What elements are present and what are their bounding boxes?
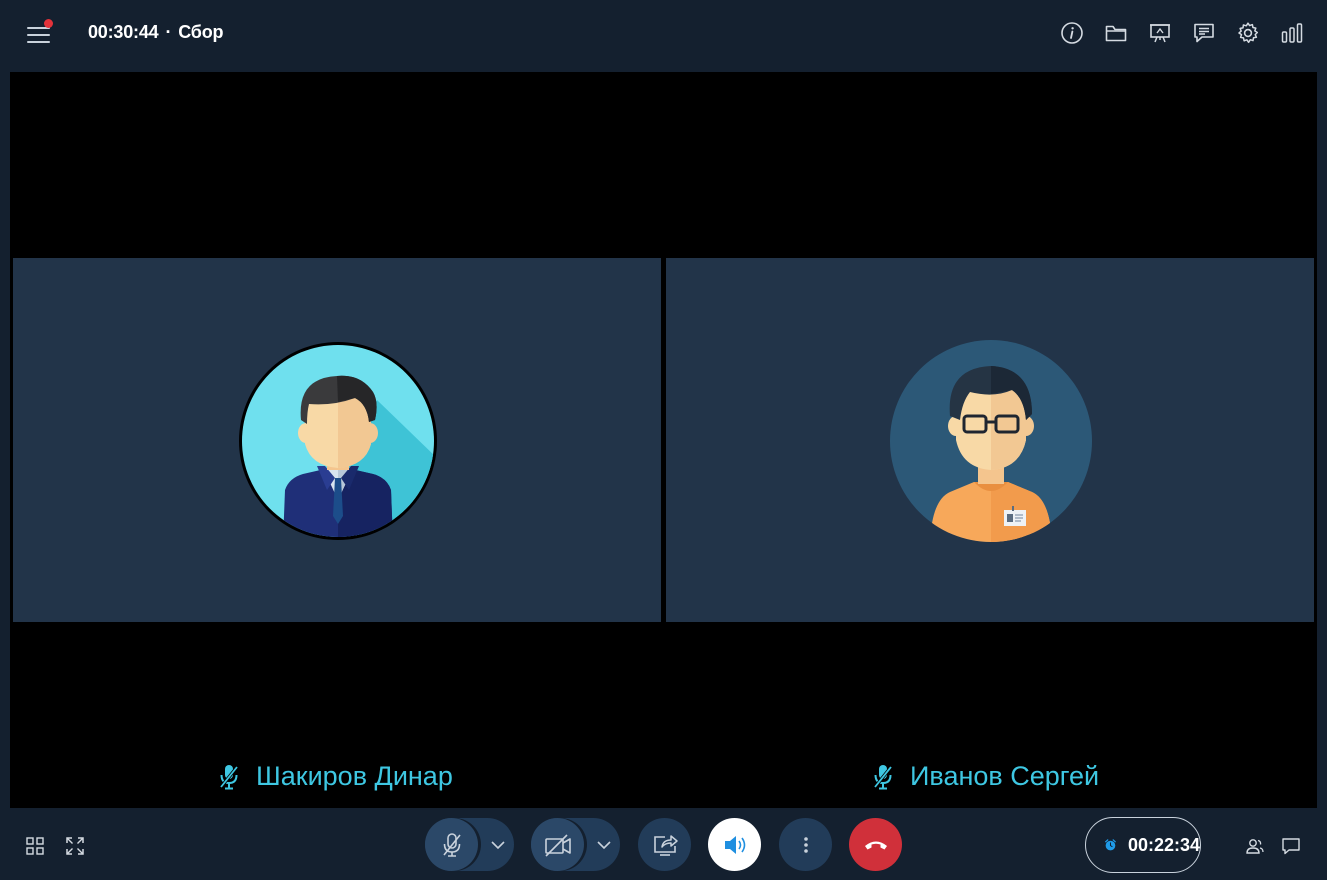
chevron-down-icon [596,840,611,849]
title-separator: · [165,22,172,42]
participant-name-label: Иванов Сергей [872,761,1099,792]
timer-value: 00:22:34 [1127,834,1200,855]
chat-button[interactable] [1281,836,1301,856]
alarm-clock-icon [1105,839,1116,851]
microphone-muted-icon [219,764,239,789]
video-stage: Шакиров Динар Иванов Сергей [10,72,1317,808]
speaker-icon [724,835,745,854]
layout-grid-button[interactable] [25,836,45,856]
camera-group [531,818,620,871]
chat-list-button[interactable] [1189,20,1219,46]
meeting-header: 00:30:44 · Сбор [88,22,224,43]
screen-share-button[interactable] [638,818,691,871]
participant-tile[interactable] [13,258,661,622]
settings-button[interactable] [1233,20,1263,46]
bottom-bar: 00:22:34 [0,808,1327,880]
statistics-button[interactable] [1277,20,1307,46]
chevron-down-icon [490,840,505,849]
menu-line [27,41,50,43]
phone-hang-up-icon [864,841,887,849]
participants-button[interactable] [1245,836,1265,856]
top-toolbar [1057,20,1307,46]
grid-icon [26,837,44,855]
menu-button[interactable] [27,19,53,44]
whiteboard-button[interactable] [1145,20,1175,46]
meeting-timer[interactable]: 00:22:34 [1085,817,1201,873]
bar-chart-icon [1281,23,1303,43]
microphone-toggle-button[interactable] [425,818,478,871]
more-options-button[interactable] [779,818,832,871]
chat-bubble-icon [1282,838,1300,855]
gear-icon [1238,22,1259,44]
folder-icon [1105,25,1127,42]
people-icon [1246,839,1264,854]
businessman-avatar-icon [239,342,437,540]
more-vertical-icon [803,836,808,853]
microphone-options-button[interactable] [481,818,514,871]
notification-dot [44,19,53,28]
hang-up-button[interactable] [849,818,902,871]
participant-tile[interactable] [666,258,1314,622]
info-icon [1061,22,1083,44]
avatar [237,340,439,542]
fullscreen-button[interactable] [65,836,85,856]
microphone-group [425,818,514,871]
microphone-off-icon [442,832,461,857]
expand-icon [66,837,84,855]
info-button[interactable] [1057,20,1087,46]
camera-off-icon [544,833,571,857]
participant-name: Иванов Сергей [910,761,1100,791]
avatar [890,340,1092,542]
menu-line [27,34,50,36]
camera-options-button[interactable] [587,818,620,871]
presentation-icon [1150,24,1170,43]
microphone-muted-icon [873,764,893,789]
developer-avatar-icon [890,340,1092,542]
participant-name: Шакиров Динар [256,761,453,791]
camera-toggle-button[interactable] [531,818,584,871]
meeting-title: Сбор [178,22,224,42]
files-button[interactable] [1101,20,1131,46]
screen-share-icon [653,834,678,856]
speaker-button[interactable] [708,818,761,871]
message-list-icon [1194,23,1214,43]
participant-name-label: Шакиров Динар [218,761,453,792]
top-bar: 00:30:44 · Сбор [0,0,1327,70]
elapsed-time: 00:30:44 [88,22,159,42]
